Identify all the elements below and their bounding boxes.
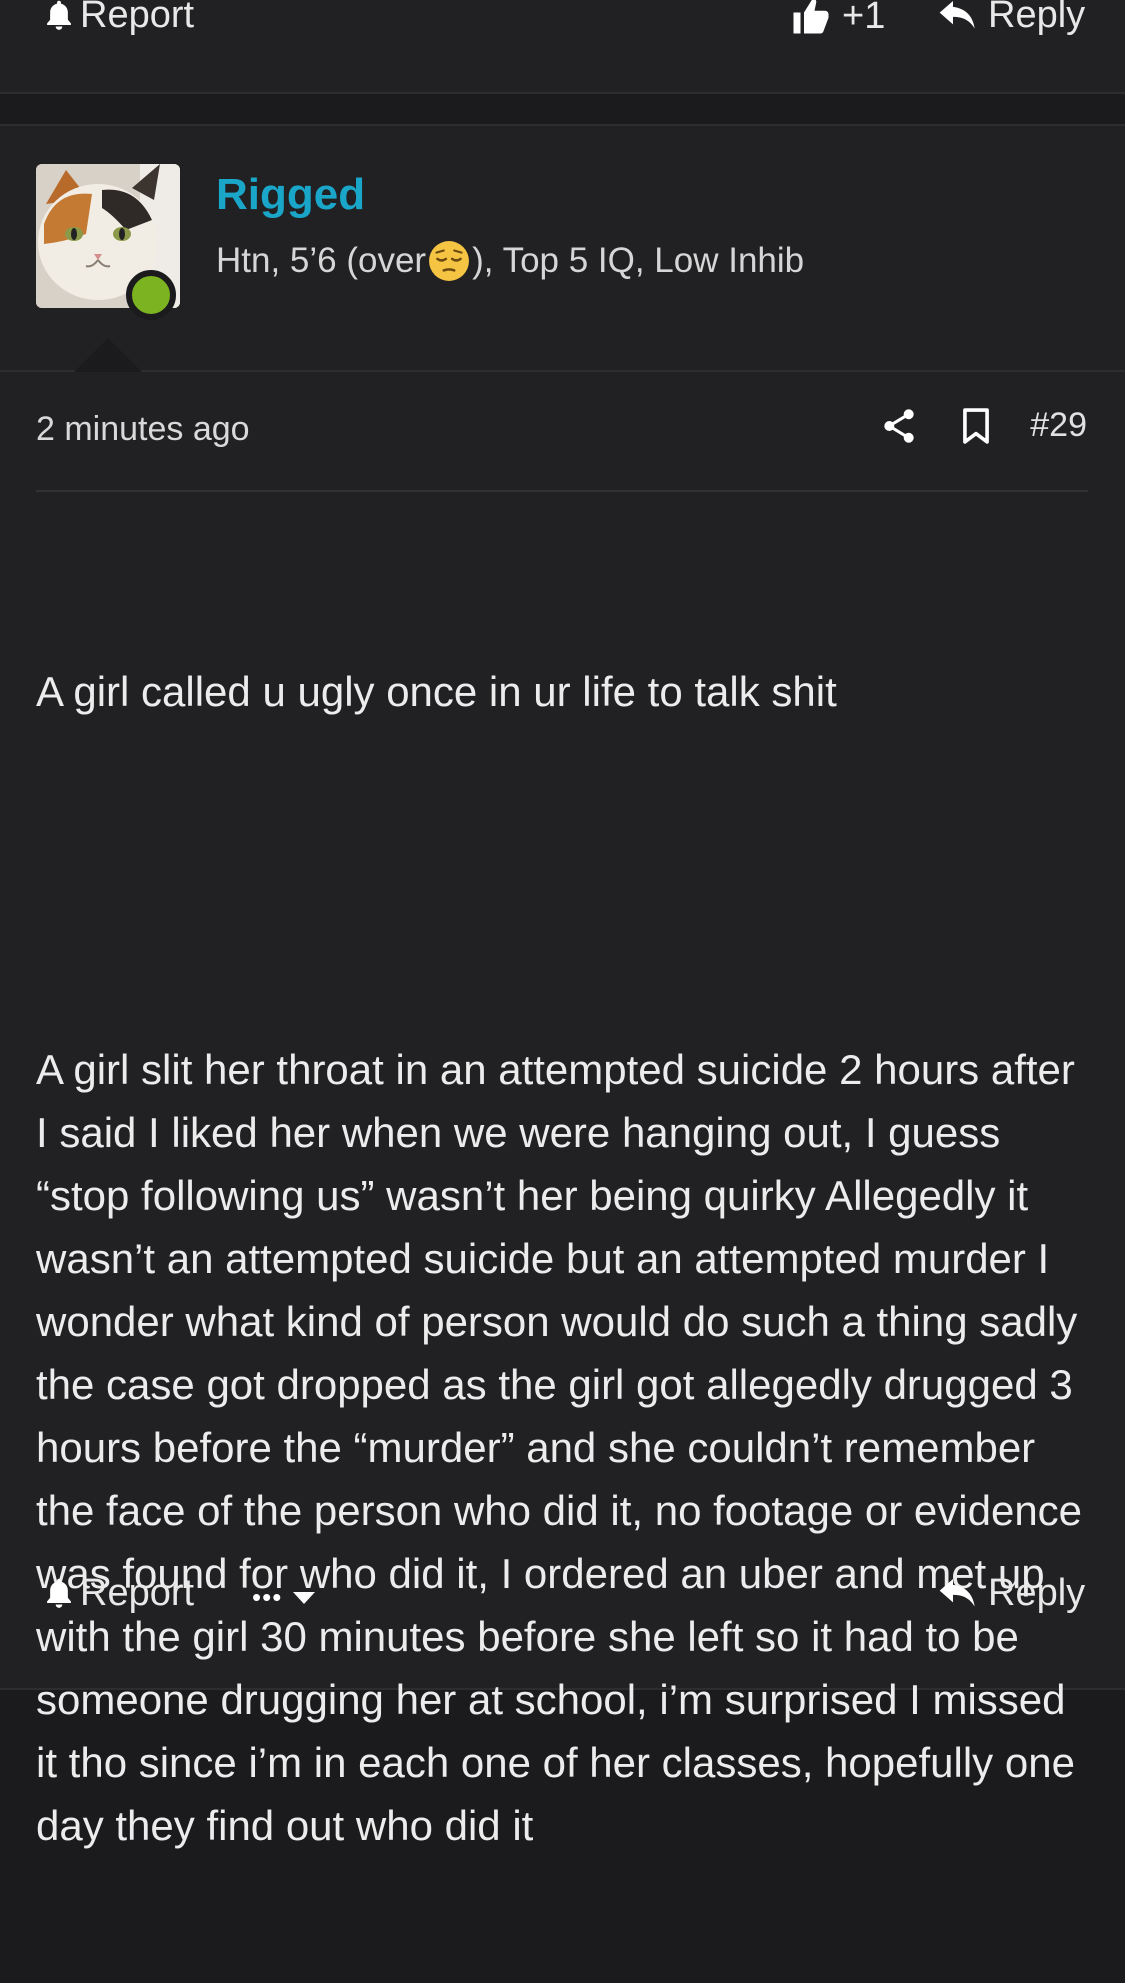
previous-post-footer: Report +1 Reply [0,0,1125,94]
reply-arrow-icon [939,0,975,28]
reply-button[interactable]: Reply [938,0,1085,37]
bookmark-icon [963,407,990,444]
thumbs-up-icon [793,0,829,34]
chevron-down-icon [293,1591,316,1604]
post-timestamp[interactable]: 2 minutes ago [36,410,250,449]
post-meta-actions: #29 [882,406,1087,445]
reply-label: Reply [988,1572,1086,1614]
share-button[interactable] [882,408,916,444]
bookmark-button[interactable] [962,407,990,444]
post-number-link[interactable]: #29 [1030,406,1087,445]
post-paragraph: A girl called u ugly once in ur life to … [36,668,837,715]
reply-button[interactable]: Reply [938,1572,1085,1615]
post-separator [0,94,1125,126]
user-title-part-2: ), Top 5 IQ, Low Inhib [472,241,805,280]
pensive-face-emoji-icon [429,241,470,281]
bell-icon [47,1578,71,1608]
meta-divider [36,490,1088,492]
user-title: Htn, 5’6 (over ), Top 5 IQ, Low Inhib [216,240,804,282]
user-title-part-1: Htn, 5’6 (over [216,241,427,280]
reply-label: Reply [988,0,1086,36]
post-body: 2 minutes ago #29 A girl called u ugly o… [0,372,1125,1849]
report-label: Report [80,0,195,36]
report-button[interactable]: Report [42,1572,194,1615]
share-icon [884,408,914,443]
post-author-header: Rigged Htn, 5’6 (over ), Top 5 IQ, Low I… [0,126,1125,372]
more-dots-icon: ••• [252,1582,283,1612]
online-status-indicator [126,270,176,320]
post-content: A girl called u ugly once in ur life to … [36,534,1096,1983]
report-label: Report [80,1572,195,1614]
report-button[interactable]: Report [42,0,194,37]
more-options-button[interactable]: ••• [252,1582,316,1613]
post-paragraph: A girl slit her throat in an attempted s… [36,1046,1094,1849]
post-footer-actions: Report ••• Reply [0,1572,1125,1652]
bell-icon [47,0,71,30]
username-link[interactable]: Rigged [216,170,365,220]
like-button[interactable]: +1 [790,0,885,38]
header-pointer [74,338,142,372]
like-count: +1 [842,0,886,37]
reply-arrow-icon [939,1578,975,1606]
